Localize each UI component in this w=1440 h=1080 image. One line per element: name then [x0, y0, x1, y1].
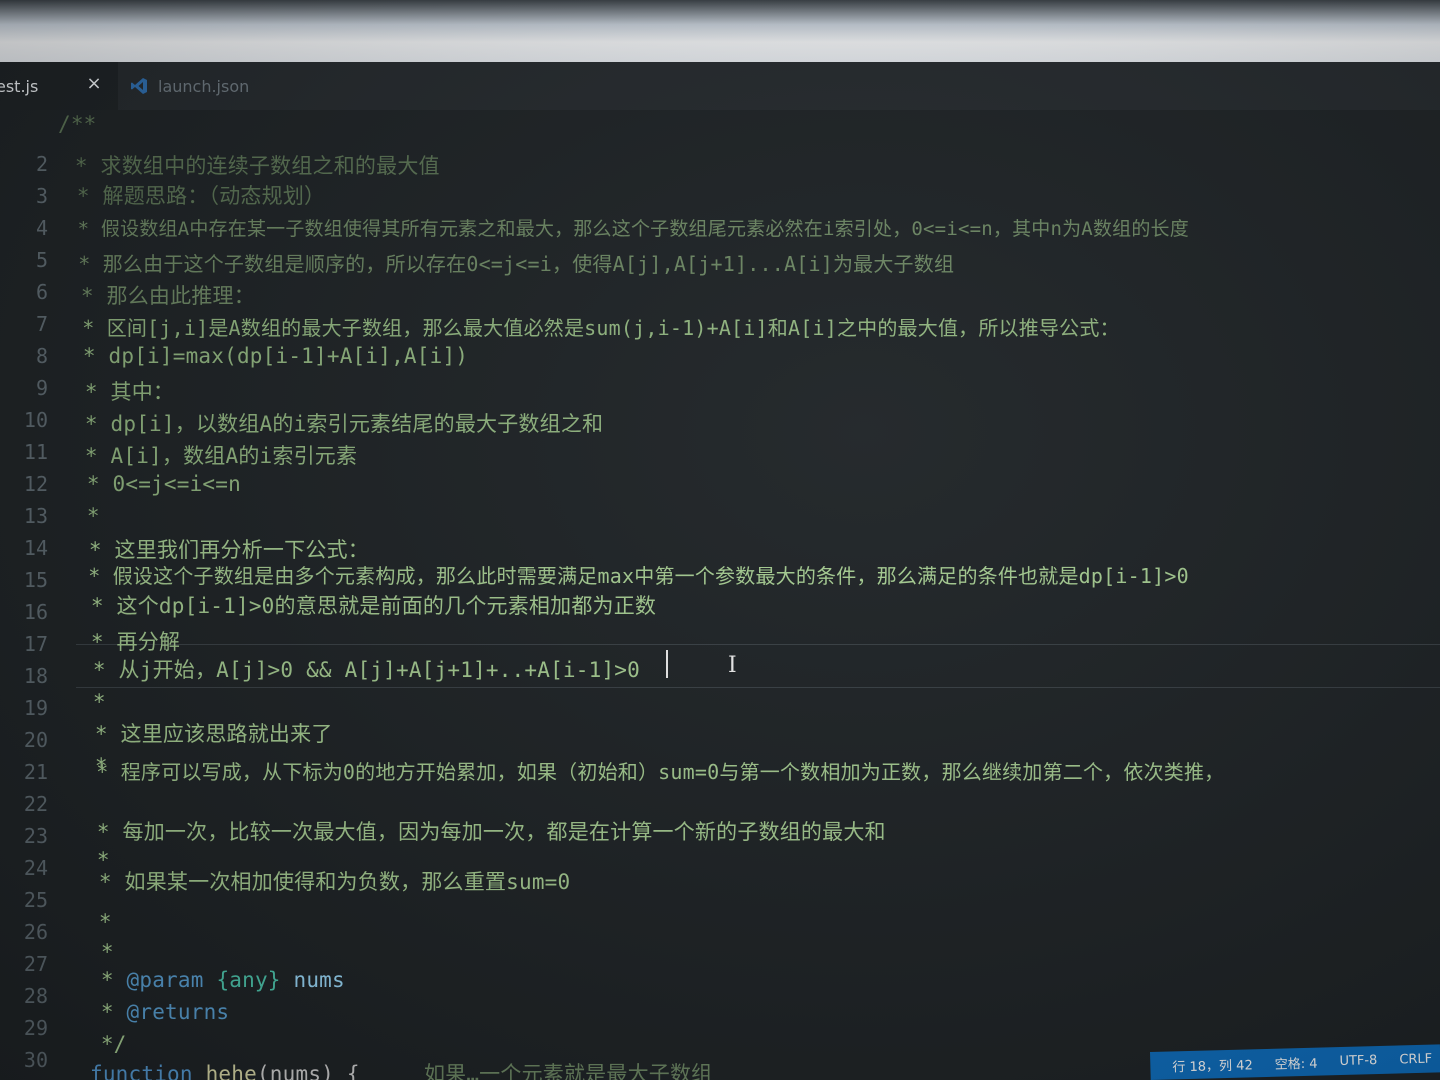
code-line: * 假设这个子数组是由多个元素构成，那么此时需要满足max中第一个参数最大的条件…	[76, 564, 1189, 588]
code-line: */	[88, 1032, 127, 1056]
code-line: * 其中：	[72, 380, 175, 404]
jsdoc-type: {any}	[216, 968, 281, 992]
code-line: *	[80, 690, 106, 714]
code-line: * dp[i]，以数组A的i索引元素结尾的最大子数组之和	[72, 412, 604, 436]
code-lines[interactable]: /** * 求数组中的连续子数组之和的最大值 * 解题思路：（动态规划） * 假…	[0, 110, 1440, 1080]
tab-launch-json[interactable]: launch.json	[130, 62, 290, 110]
code-line: * 再分解	[78, 630, 181, 654]
tab-est-js[interactable]: est.js ×	[0, 62, 118, 110]
encoding[interactable]: UTF-8	[1339, 1053, 1377, 1069]
code-line: * 每加一次，比较一次最大值，因为每加一次，都是在计算一个新的子数组的最大和	[84, 820, 886, 844]
jsdoc-param-name: nums	[293, 968, 345, 992]
inline-comment: 如果…一个元素就是最大子数组	[423, 1062, 713, 1080]
code-line: *	[74, 504, 100, 528]
code-line: * 0<=j<=i<=n	[74, 472, 241, 496]
code-line: *	[88, 940, 114, 964]
code-line: * dp[i]=max(dp[i-1]+A[i],A[i])	[70, 344, 469, 368]
tab-label: est.js	[0, 76, 39, 96]
code-line: * 那么由此推理：	[68, 284, 255, 308]
monitor-bezel	[0, 0, 1440, 70]
editor-tab-bar: est.js × launch.json	[0, 62, 1440, 111]
comment-star: *	[88, 1000, 127, 1024]
jsdoc-tag: @param	[126, 968, 204, 992]
code-line: * 那么由于这个子数组是顺序的，所以存在0<=j<=i，使得A[j],A[j+1…	[66, 252, 955, 276]
code-line: *	[86, 910, 112, 934]
screen: est.js × launch.json 2 3 4 5 6 7 8 9 10 …	[0, 0, 1440, 1080]
code-line-function: function hehe(nums) { 如果…一个元素就是最大子数组	[90, 1058, 712, 1080]
indentation[interactable]: 空格: 4	[1274, 1052, 1318, 1072]
code-line-param: * @param {any} nums	[88, 968, 345, 992]
tab-label: launch.json	[158, 76, 250, 96]
comment-star: *	[88, 968, 127, 992]
code-line: /**	[58, 112, 97, 136]
keyword-function: function	[90, 1062, 193, 1080]
code-line-returns: * @returns	[88, 1000, 229, 1024]
text-cursor	[666, 650, 668, 678]
code-line: * 求数组中的连续子数组之和的最大值	[62, 154, 440, 178]
code-line: * 假设数组A中存在某一子数组使得其所有元素之和最大，那么这个子数组尾元素必然在…	[66, 218, 1189, 240]
code-line: * 这个dp[i-1]>0的意思就是前面的几个元素相加都为正数	[78, 594, 657, 618]
function-name: hehe	[205, 1062, 257, 1080]
cursor-position[interactable]: 行 18，列 42	[1172, 1054, 1253, 1075]
function-signature: (nums) {	[256, 1062, 360, 1080]
code-line: * 程序可以写成，从下标为0的地方开始累加，如果（初始和）sum=0与第一个数相…	[84, 760, 1225, 784]
code-line: * 从j开始，A[j]>0 && A[j]+A[j+1]+..+A[i-1]>0	[80, 658, 640, 682]
code-line: * 如果某一次相加使得和为负数，那么重置sum=0	[86, 870, 571, 894]
code-line: * 解题思路：（动态规划）	[64, 184, 326, 208]
vscode-icon	[131, 78, 147, 94]
code-line: * 区间[j,i]是A数组的最大子数组，那么最大值必然是sum(j,i-1)+A…	[70, 316, 1120, 340]
code-line: * A[i]，数组A的i索引元素	[72, 444, 358, 468]
code-line: * 这里应该思路就出来了	[82, 722, 333, 746]
code-editor[interactable]: 2 3 4 5 6 7 8 9 10 11 12 13 14 15 16 17 …	[0, 110, 1440, 1080]
jsdoc-tag: @returns	[126, 1000, 230, 1024]
close-icon[interactable]: ×	[84, 74, 104, 94]
line-ending[interactable]: CRLF	[1399, 1051, 1432, 1067]
ibeam-cursor-icon: I	[728, 653, 737, 678]
